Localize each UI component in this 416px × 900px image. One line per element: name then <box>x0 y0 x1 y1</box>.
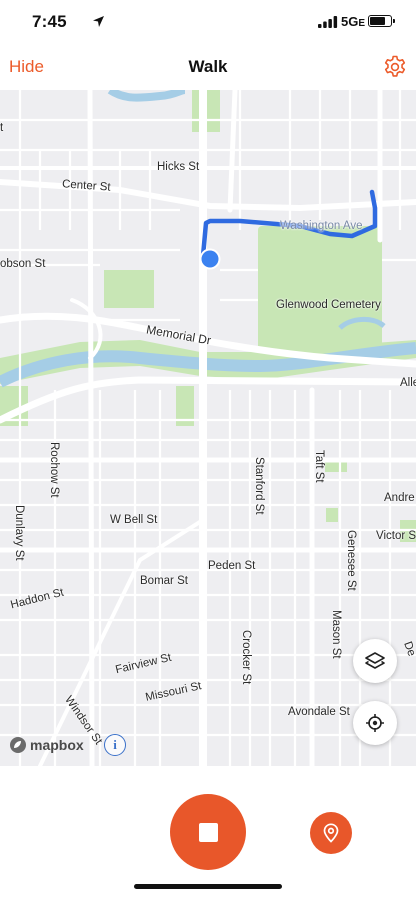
network-type: 5GE <box>341 14 366 29</box>
status-time: 7:45 <box>32 12 67 31</box>
crosshair-icon <box>366 714 384 732</box>
current-position-dot <box>201 250 219 268</box>
battery-icon <box>368 15 395 27</box>
street-label: t <box>0 122 4 134</box>
nav-bar: Hide Walk <box>0 46 416 90</box>
street-label: Taft St <box>313 450 325 483</box>
street-label: Dunlavy St <box>13 505 25 561</box>
street-label: Glenwood Cemetery <box>276 299 381 311</box>
info-button[interactable]: i <box>104 734 126 756</box>
street-label: Victor S <box>376 530 416 542</box>
mapbox-attribution[interactable]: mapbox <box>9 736 84 754</box>
street-label: Genesee St <box>345 530 357 591</box>
signal-icon <box>318 16 338 28</box>
street-label: Hicks St <box>157 161 200 173</box>
stop-button[interactable] <box>170 794 246 870</box>
street-label: Alle <box>400 377 416 389</box>
stop-icon <box>198 822 218 842</box>
street-label: obson St <box>0 258 46 270</box>
street-label: Avondale St <box>288 706 350 718</box>
street-label: Andre <box>384 492 415 504</box>
street-label: W Bell St <box>110 514 158 526</box>
map-view[interactable]: t Hicks St Center St Washington Ave obso… <box>0 90 416 766</box>
status-bar: 7:45 5GE <box>0 0 416 46</box>
add-waypoint-button[interactable] <box>310 812 352 854</box>
street-label: Washington Ave <box>280 220 363 232</box>
street-label: Crocker St <box>240 630 252 685</box>
mapbox-wordmark: mapbox <box>30 737 84 753</box>
recenter-button[interactable] <box>353 701 397 745</box>
location-arrow-icon <box>93 16 104 27</box>
bottom-controls <box>0 766 416 900</box>
location-pin-icon <box>323 823 339 843</box>
mapbox-logo-icon <box>10 737 26 753</box>
page-title: Walk <box>188 57 228 76</box>
street-label: Stanford St <box>253 457 265 515</box>
street-label: Peden St <box>208 560 256 572</box>
gear-icon[interactable] <box>382 54 408 80</box>
layers-button[interactable] <box>353 639 397 683</box>
layers-icon <box>365 652 385 669</box>
street-label: Bomar St <box>140 575 188 587</box>
street-label: Mason St <box>330 610 342 659</box>
home-indicator[interactable] <box>134 884 282 889</box>
street-label: Rochow St <box>48 442 60 498</box>
